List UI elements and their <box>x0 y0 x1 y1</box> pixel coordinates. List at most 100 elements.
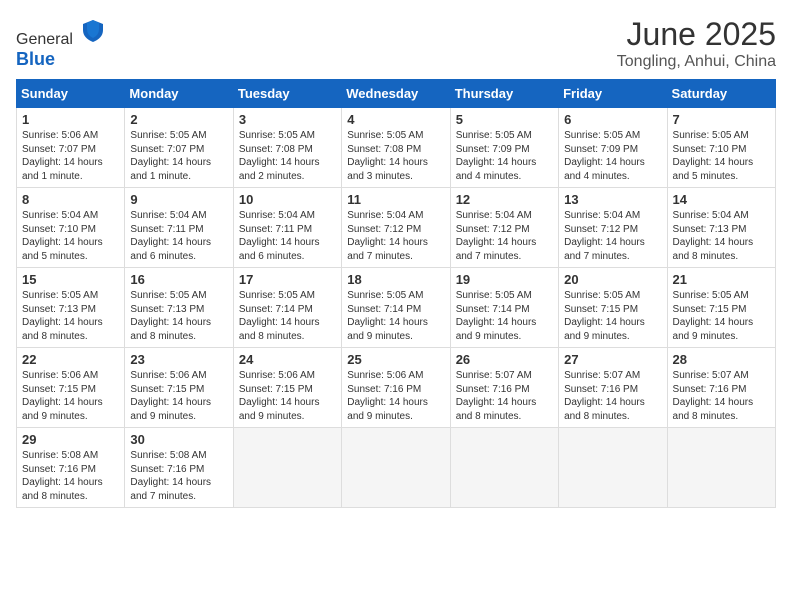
calendar-day-cell: 17 Sunrise: 5:05 AMSunset: 7:14 PMDaylig… <box>233 268 341 348</box>
header-tuesday: Tuesday <box>233 80 341 108</box>
calendar-day-cell: 27 Sunrise: 5:07 AMSunset: 7:16 PMDaylig… <box>559 348 667 428</box>
calendar-week-row: 1 Sunrise: 5:06 AMSunset: 7:07 PMDayligh… <box>17 108 776 188</box>
calendar-day-cell: 13 Sunrise: 5:04 AMSunset: 7:12 PMDaylig… <box>559 188 667 268</box>
calendar-day-cell: 7 Sunrise: 5:05 AMSunset: 7:10 PMDayligh… <box>667 108 775 188</box>
day-number: 25 <box>347 352 444 367</box>
day-number: 7 <box>673 112 770 127</box>
day-info: Sunrise: 5:06 AMSunset: 7:07 PMDaylight:… <box>22 129 119 183</box>
calendar-day-cell: 11 Sunrise: 5:04 AMSunset: 7:12 PMDaylig… <box>342 188 450 268</box>
calendar-day-cell: 6 Sunrise: 5:05 AMSunset: 7:09 PMDayligh… <box>559 108 667 188</box>
calendar-day-cell: 26 Sunrise: 5:07 AMSunset: 7:16 PMDaylig… <box>450 348 558 428</box>
calendar-day-cell: 22 Sunrise: 5:06 AMSunset: 7:15 PMDaylig… <box>17 348 125 428</box>
calendar-day-cell: 5 Sunrise: 5:05 AMSunset: 7:09 PMDayligh… <box>450 108 558 188</box>
calendar-day-cell: 24 Sunrise: 5:06 AMSunset: 7:15 PMDaylig… <box>233 348 341 428</box>
calendar-day-cell: 9 Sunrise: 5:04 AMSunset: 7:11 PMDayligh… <box>125 188 233 268</box>
day-info: Sunrise: 5:06 AMSunset: 7:15 PMDaylight:… <box>22 369 119 423</box>
day-number: 16 <box>130 272 227 287</box>
day-info: Sunrise: 5:07 AMSunset: 7:16 PMDaylight:… <box>673 369 770 423</box>
day-info: Sunrise: 5:05 AMSunset: 7:08 PMDaylight:… <box>239 129 336 183</box>
day-info: Sunrise: 5:04 AMSunset: 7:12 PMDaylight:… <box>347 209 444 263</box>
calendar-day-cell: 23 Sunrise: 5:06 AMSunset: 7:15 PMDaylig… <box>125 348 233 428</box>
header-monday: Monday <box>125 80 233 108</box>
day-info: Sunrise: 5:06 AMSunset: 7:16 PMDaylight:… <box>347 369 444 423</box>
day-info: Sunrise: 5:04 AMSunset: 7:12 PMDaylight:… <box>456 209 553 263</box>
day-number: 20 <box>564 272 661 287</box>
day-number: 11 <box>347 192 444 207</box>
day-number: 10 <box>239 192 336 207</box>
calendar-day-cell: 10 Sunrise: 5:04 AMSunset: 7:11 PMDaylig… <box>233 188 341 268</box>
calendar-day-cell <box>450 428 558 508</box>
logo-blue-text: Blue <box>16 49 55 69</box>
header-friday: Friday <box>559 80 667 108</box>
calendar-day-cell <box>559 428 667 508</box>
day-info: Sunrise: 5:04 AMSunset: 7:11 PMDaylight:… <box>130 209 227 263</box>
day-info: Sunrise: 5:08 AMSunset: 7:16 PMDaylight:… <box>130 449 227 503</box>
calendar-day-cell: 3 Sunrise: 5:05 AMSunset: 7:08 PMDayligh… <box>233 108 341 188</box>
calendar-day-cell: 19 Sunrise: 5:05 AMSunset: 7:14 PMDaylig… <box>450 268 558 348</box>
calendar-day-cell: 15 Sunrise: 5:05 AMSunset: 7:13 PMDaylig… <box>17 268 125 348</box>
day-info: Sunrise: 5:05 AMSunset: 7:15 PMDaylight:… <box>564 289 661 343</box>
calendar-day-cell: 12 Sunrise: 5:04 AMSunset: 7:12 PMDaylig… <box>450 188 558 268</box>
title-area: June 2025 Tongling, Anhui, China <box>617 16 776 71</box>
day-number: 4 <box>347 112 444 127</box>
day-number: 26 <box>456 352 553 367</box>
header-saturday: Saturday <box>667 80 775 108</box>
calendar-week-row: 29 Sunrise: 5:08 AMSunset: 7:16 PMDaylig… <box>17 428 776 508</box>
day-info: Sunrise: 5:05 AMSunset: 7:14 PMDaylight:… <box>239 289 336 343</box>
day-info: Sunrise: 5:07 AMSunset: 7:16 PMDaylight:… <box>456 369 553 423</box>
day-info: Sunrise: 5:08 AMSunset: 7:16 PMDaylight:… <box>22 449 119 503</box>
day-number: 22 <box>22 352 119 367</box>
day-info: Sunrise: 5:04 AMSunset: 7:13 PMDaylight:… <box>673 209 770 263</box>
day-number: 5 <box>456 112 553 127</box>
day-info: Sunrise: 5:04 AMSunset: 7:10 PMDaylight:… <box>22 209 119 263</box>
calendar-day-cell <box>233 428 341 508</box>
calendar-day-cell: 8 Sunrise: 5:04 AMSunset: 7:10 PMDayligh… <box>17 188 125 268</box>
day-info: Sunrise: 5:05 AMSunset: 7:07 PMDaylight:… <box>130 129 227 183</box>
day-info: Sunrise: 5:05 AMSunset: 7:10 PMDaylight:… <box>673 129 770 183</box>
day-number: 27 <box>564 352 661 367</box>
day-number: 19 <box>456 272 553 287</box>
day-number: 1 <box>22 112 119 127</box>
calendar-day-cell: 2 Sunrise: 5:05 AMSunset: 7:07 PMDayligh… <box>125 108 233 188</box>
month-title: June 2025 <box>617 16 776 53</box>
day-number: 30 <box>130 432 227 447</box>
calendar-day-cell: 25 Sunrise: 5:06 AMSunset: 7:16 PMDaylig… <box>342 348 450 428</box>
day-info: Sunrise: 5:05 AMSunset: 7:13 PMDaylight:… <box>130 289 227 343</box>
calendar-day-cell: 30 Sunrise: 5:08 AMSunset: 7:16 PMDaylig… <box>125 428 233 508</box>
logo-icon <box>79 16 107 44</box>
day-number: 12 <box>456 192 553 207</box>
header-wednesday: Wednesday <box>342 80 450 108</box>
calendar-week-row: 15 Sunrise: 5:05 AMSunset: 7:13 PMDaylig… <box>17 268 776 348</box>
weekday-header-row: Sunday Monday Tuesday Wednesday Thursday… <box>17 80 776 108</box>
day-number: 15 <box>22 272 119 287</box>
day-number: 6 <box>564 112 661 127</box>
calendar-day-cell: 20 Sunrise: 5:05 AMSunset: 7:15 PMDaylig… <box>559 268 667 348</box>
calendar-day-cell: 16 Sunrise: 5:05 AMSunset: 7:13 PMDaylig… <box>125 268 233 348</box>
day-number: 17 <box>239 272 336 287</box>
day-number: 9 <box>130 192 227 207</box>
header: General Blue June 2025 Tongling, Anhui, … <box>16 16 776 71</box>
calendar-day-cell <box>342 428 450 508</box>
day-info: Sunrise: 5:05 AMSunset: 7:08 PMDaylight:… <box>347 129 444 183</box>
day-info: Sunrise: 5:04 AMSunset: 7:11 PMDaylight:… <box>239 209 336 263</box>
calendar-day-cell: 28 Sunrise: 5:07 AMSunset: 7:16 PMDaylig… <box>667 348 775 428</box>
day-number: 24 <box>239 352 336 367</box>
day-number: 21 <box>673 272 770 287</box>
day-number: 2 <box>130 112 227 127</box>
calendar-day-cell: 4 Sunrise: 5:05 AMSunset: 7:08 PMDayligh… <box>342 108 450 188</box>
day-number: 18 <box>347 272 444 287</box>
location-title: Tongling, Anhui, China <box>617 53 776 71</box>
day-number: 8 <box>22 192 119 207</box>
day-info: Sunrise: 5:07 AMSunset: 7:16 PMDaylight:… <box>564 369 661 423</box>
calendar-table: Sunday Monday Tuesday Wednesday Thursday… <box>16 79 776 508</box>
day-number: 23 <box>130 352 227 367</box>
calendar-day-cell: 14 Sunrise: 5:04 AMSunset: 7:13 PMDaylig… <box>667 188 775 268</box>
day-number: 29 <box>22 432 119 447</box>
day-number: 14 <box>673 192 770 207</box>
day-number: 13 <box>564 192 661 207</box>
header-thursday: Thursday <box>450 80 558 108</box>
day-info: Sunrise: 5:05 AMSunset: 7:15 PMDaylight:… <box>673 289 770 343</box>
calendar-week-row: 22 Sunrise: 5:06 AMSunset: 7:15 PMDaylig… <box>17 348 776 428</box>
calendar-week-row: 8 Sunrise: 5:04 AMSunset: 7:10 PMDayligh… <box>17 188 776 268</box>
day-info: Sunrise: 5:06 AMSunset: 7:15 PMDaylight:… <box>239 369 336 423</box>
